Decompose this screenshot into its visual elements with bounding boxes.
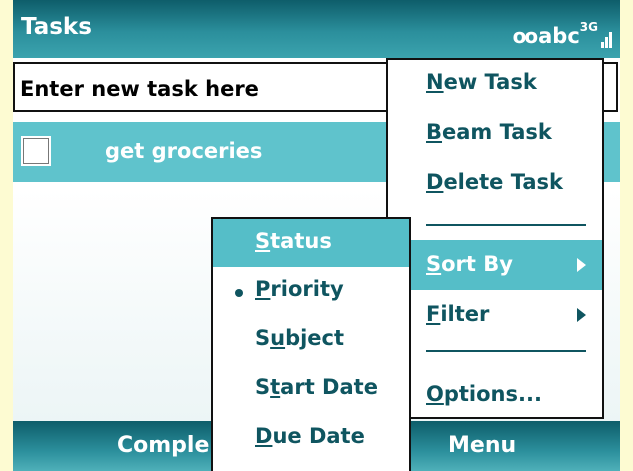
menu-item-new-task[interactable]: New Task <box>388 62 602 106</box>
title-bar: Tasks oo abc 3G <box>13 0 620 58</box>
menu-separator <box>426 350 586 352</box>
selected-bullet-icon <box>235 289 243 297</box>
menu-softkey[interactable]: Menu <box>448 433 516 458</box>
task-label: get groceries <box>105 139 263 163</box>
menu-item-filter[interactable]: Filter <box>388 294 602 338</box>
sort-option-subject[interactable]: Subject <box>213 316 409 364</box>
context-menu: New Task Beam Task Delete Task Sort By F… <box>386 58 604 419</box>
sort-option-status[interactable]: Status <box>213 219 409 267</box>
menu-item-delete-task[interactable]: Delete Task <box>388 162 602 206</box>
device-screen: Tasks oo abc 3G Enter new task here get … <box>13 0 620 471</box>
menu-separator <box>426 224 586 226</box>
sort-option-start-date[interactable]: Start Date <box>213 365 409 413</box>
sort-option-due-date[interactable]: Due Date <box>213 414 409 462</box>
task-checkbox[interactable] <box>21 136 51 166</box>
app-title: Tasks <box>21 14 92 40</box>
sort-by-submenu: Status Priority Subject Start Date Due D… <box>211 217 411 471</box>
network-type-badge: 3G <box>579 20 598 34</box>
roaming-icon: oo <box>512 24 539 48</box>
menu-item-beam-task[interactable]: Beam Task <box>388 112 602 156</box>
complete-softkey[interactable]: Comple <box>117 433 209 458</box>
submenu-arrow-icon <box>577 308 586 322</box>
submenu-arrow-icon <box>577 258 586 272</box>
menu-item-options[interactable]: Options... <box>388 374 602 418</box>
sort-option-priority[interactable]: Priority <box>213 267 409 315</box>
status-area: oo abc 3G <box>513 12 612 48</box>
signal-strength-icon <box>600 28 612 48</box>
menu-item-sort-by[interactable]: Sort By <box>388 240 602 290</box>
input-mode-label: abc <box>538 24 580 48</box>
